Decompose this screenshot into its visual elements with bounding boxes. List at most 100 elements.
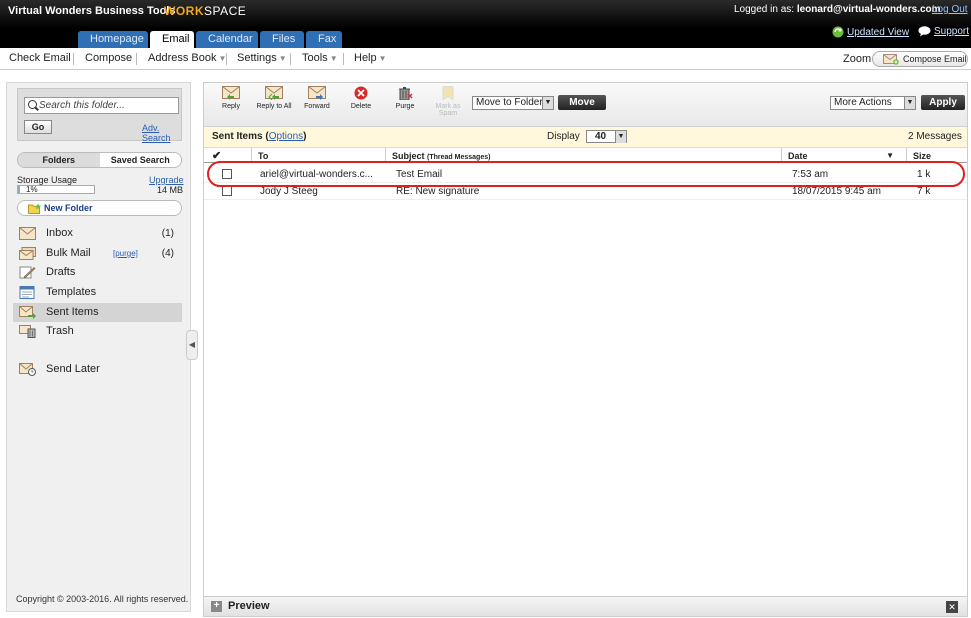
message-count: 2 Messages <box>908 131 962 142</box>
folders-toggle[interactable]: Folders <box>18 153 100 167</box>
inbox-icon <box>19 227 36 240</box>
upgrade-link[interactable]: Upgrade <box>149 175 184 185</box>
refresh-icon <box>832 26 844 38</box>
move-to-folder-select[interactable]: Move to Folder ▼ <box>472 96 554 110</box>
folder-drafts[interactable]: Drafts <box>13 263 182 282</box>
row-subject: RE: New signature <box>396 186 480 197</box>
apply-button[interactable]: Apply <box>921 95 965 110</box>
table-row[interactable]: ariel@virtual-wonders.c... Test Email 7:… <box>204 166 967 183</box>
reply-button[interactable]: Reply <box>218 86 244 124</box>
tab-email[interactable]: Email <box>150 31 194 48</box>
compose-link[interactable]: Compose <box>85 52 132 64</box>
logout-link[interactable]: Log Out <box>932 4 968 15</box>
delete-icon <box>354 86 368 100</box>
trash-icon <box>19 325 36 338</box>
tools-menu[interactable]: Tools ▼ <box>302 52 338 64</box>
forward-icon <box>308 86 326 100</box>
chat-bubble-icon <box>918 26 931 37</box>
storage-size: 14 MB <box>157 185 184 195</box>
settings-menu[interactable]: Settings ▼ <box>237 52 287 64</box>
collapse-sidebar-handle[interactable]: ◀ <box>186 330 198 360</box>
tab-homepage[interactable]: Homepage <box>78 31 148 48</box>
tab-calendar[interactable]: Calendar <box>196 31 258 48</box>
template-icon <box>19 286 35 299</box>
row-size: 7 k <box>917 186 931 197</box>
tab-fax[interactable]: Fax <box>306 31 342 48</box>
close-icon[interactable]: ✕ <box>946 601 958 613</box>
email-subnav: Check Email Compose Address Book ▼ Settin… <box>0 48 971 70</box>
new-folder-button[interactable]: New Folder <box>17 200 182 216</box>
column-subject[interactable]: Subject (Thread Messages) <box>385 148 781 163</box>
folders-saved-toggle: Folders Saved Search <box>17 152 182 168</box>
more-actions-select[interactable]: More Actions ▼ <box>830 96 916 110</box>
chevron-down-icon: ▼ <box>904 97 915 109</box>
folder-sent-items[interactable]: Sent Items <box>13 303 182 322</box>
purge-button[interactable]: Purge <box>392 86 418 124</box>
move-button[interactable]: Move <box>558 95 606 110</box>
chevron-down-icon: ▼ <box>278 54 287 63</box>
row-to: Jody J Steeg <box>260 186 318 197</box>
folder-options-link[interactable]: Options <box>269 131 303 142</box>
chevron-left-icon: ◀ <box>188 340 196 349</box>
zoom-link[interactable]: Zoom <box>843 53 871 65</box>
expand-plus-icon[interactable]: + <box>211 601 222 612</box>
new-folder-icon <box>28 203 41 214</box>
sort-desc-icon: ▼ <box>886 151 894 160</box>
row-size: 1 k <box>917 169 931 180</box>
go-button[interactable]: Go <box>24 120 52 134</box>
search-input[interactable]: Search this folder... <box>24 97 179 114</box>
forward-button[interactable]: Forward <box>302 86 332 124</box>
column-size[interactable]: Size <box>906 148 967 163</box>
compose-email-button[interactable]: Compose Email <box>872 51 968 67</box>
row-date: 18/07/2015 9:45 am <box>792 186 881 197</box>
support-link[interactable]: Support <box>918 26 969 37</box>
copyright-text: Copyright © 2003-2016. All rights reserv… <box>16 594 189 604</box>
address-book-menu[interactable]: Address Book ▼ <box>148 52 226 64</box>
delete-button[interactable]: Delete <box>348 86 374 124</box>
purge-bulk-link[interactable]: [purge] <box>113 244 138 263</box>
column-to[interactable]: To <box>251 148 385 163</box>
nav-divider <box>136 53 137 65</box>
main-tabs: Homepage Email Calendar Files Fax <box>78 31 344 48</box>
compose-envelope-icon <box>883 53 899 65</box>
nav-divider <box>343 53 344 65</box>
saved-search-toggle[interactable]: Saved Search <box>99 153 181 167</box>
select-all-check-icon[interactable]: ✔ <box>212 149 221 162</box>
advanced-search-link[interactable]: Adv. Search <box>142 123 181 143</box>
storage-bar: 1% <box>17 185 95 194</box>
help-menu[interactable]: Help ▼ <box>354 52 387 64</box>
search-icon <box>28 100 37 109</box>
folder-trash[interactable]: Trash <box>13 322 182 341</box>
preview-pane-bar[interactable]: + Preview ✕ <box>204 596 967 616</box>
table-row[interactable]: Jody J Steeg RE: New signature 18/07/201… <box>204 183 967 200</box>
message-list-panel: Reply Reply to All Forward Delete Purge … <box>203 82 968 617</box>
updated-view-link[interactable]: Updated View <box>832 26 909 38</box>
folder-bulk-mail[interactable]: Bulk Mail [purge] (4) <box>13 244 182 263</box>
folder-search-box: Search this folder... Go Adv. Search <box>17 88 182 143</box>
user-email: leonard@virtual-wonders.com <box>796 4 941 15</box>
purge-icon <box>399 87 413 100</box>
nav-divider <box>73 53 74 65</box>
folder-send-later[interactable]: Send Later <box>13 360 182 379</box>
workspace-logo: WORKSPACE <box>164 4 247 18</box>
send-later-icon <box>19 363 36 376</box>
login-status: Logged in as: leonard@virtual-wonders.co… <box>734 4 941 15</box>
check-email-link[interactable]: Check Email <box>9 52 71 64</box>
folder-templates[interactable]: Templates <box>13 283 182 302</box>
storage-usage-label: Storage Usage <box>17 175 78 185</box>
reply-all-icon <box>265 86 283 100</box>
column-date[interactable]: Date ▼ <box>781 148 906 163</box>
spam-icon <box>442 86 454 100</box>
row-checkbox[interactable] <box>222 169 232 179</box>
display-count-select[interactable]: 40 ▼ <box>586 130 627 143</box>
mark-as-spam-button[interactable]: Mark as Spam <box>432 86 464 124</box>
chevron-down-icon: ▼ <box>329 54 338 63</box>
reply-icon <box>222 86 240 100</box>
message-toolbar: Reply Reply to All Forward Delete Purge … <box>204 83 967 127</box>
reply-all-button[interactable]: Reply to All <box>252 86 296 124</box>
tab-files[interactable]: Files <box>260 31 304 48</box>
chevron-down-icon: ▼ <box>615 131 626 143</box>
nav-divider <box>226 53 227 65</box>
folder-inbox[interactable]: Inbox (1) <box>13 224 182 243</box>
row-checkbox[interactable] <box>222 186 232 196</box>
